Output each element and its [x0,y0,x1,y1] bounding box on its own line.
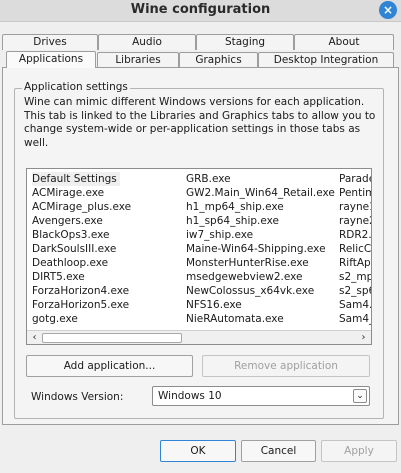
list-item[interactable]: msedgewebview2.exe [186,270,336,284]
list-item[interactable]: RiftAp [339,256,371,270]
tab-applications-label: Applications [18,53,84,65]
horizontal-scrollbar[interactable]: ‹ › [27,330,371,344]
tab-desktop-integration[interactable]: Desktop Integration [258,52,394,68]
list-item[interactable]: ACMirage_plus.exe [32,200,182,214]
tab-desktop-integration-label: Desktop Integration [273,54,379,66]
list-item[interactable]: gotg.exe [32,312,182,326]
list-item[interactable]: RelicC [339,242,371,256]
tab-staging[interactable]: Staging [196,34,294,50]
list-item[interactable]: Parade [339,172,371,186]
list-item[interactable]: s2_mp [339,270,371,284]
list-item[interactable]: NewColossus_x64vk.exe [186,284,336,298]
list-item[interactable]: GRB.exe [186,172,336,186]
list-item[interactable]: rayne2 [339,214,371,228]
tab-drives[interactable]: Drives [2,34,98,50]
tab-applications[interactable]: Applications [6,51,96,68]
list-item[interactable]: BlackOps3.exe [32,228,182,242]
list-item[interactable]: Maine-Win64-Shipping.exe [186,242,336,256]
list-item[interactable]: RDR2. [339,228,371,242]
remove-application-button[interactable]: Remove application [202,355,370,377]
windows-version-label: Windows Version: [31,391,124,403]
scroll-left-icon[interactable]: ‹ [28,332,41,344]
tab-drives-label: Drives [33,36,67,48]
tab-graphics[interactable]: Graphics [179,52,258,68]
list-item[interactable]: ForzaHorizon5.exe [32,298,182,312]
windows-version-select[interactable]: Windows 10 ⌄ [152,386,370,406]
windows-version-value: Windows 10 [158,390,222,402]
list-item[interactable]: Avengers.exe [32,214,182,228]
tab-libraries-label: Libraries [115,54,161,66]
list-item[interactable]: Deathloop.exe [32,256,182,270]
list-item[interactable]: DIRT5.exe [32,270,182,284]
group-title: Application settings [22,81,130,93]
title-bar: Wine configuration × [0,0,401,22]
apply-button[interactable]: Apply [321,440,397,462]
list-item[interactable]: NieRAutomata.exe [186,312,336,326]
ok-button[interactable]: OK [160,440,236,462]
scrollbar-thumb[interactable] [42,333,182,343]
cancel-button[interactable]: Cancel [241,440,316,462]
description-text: Wine can mimic different Windows version… [24,96,376,149]
list-item[interactable]: ForzaHorizon4.exe [32,284,182,298]
list-item[interactable]: GW2.Main_Win64_Retail.exe [186,186,336,200]
list-item[interactable]: iw7_ship.exe [186,228,336,242]
tab-libraries[interactable]: Libraries [97,52,179,68]
list-item[interactable]: MonsterHunterRise.exe [186,256,336,270]
list-item[interactable]: rayne1 [339,200,371,214]
application-list[interactable]: Sam4_ Sam4. s2_sp6 s2_mp RiftAp RelicC RDR2. ra… [26,168,372,345]
scroll-right-icon[interactable]: › [357,332,370,344]
add-application-button[interactable]: Add application... [26,355,193,377]
tab-audio[interactable]: Audio [98,34,196,50]
window-title: Wine configuration [130,2,271,17]
list-item[interactable]: Default Settings [32,172,120,186]
list-item[interactable]: Pentim [339,186,371,200]
chevron-down-icon[interactable]: ⌄ [353,389,367,403]
list-item[interactable]: Sam4_ [339,312,371,326]
close-icon[interactable]: × [379,1,397,19]
list-item[interactable]: DarkSoulsIII.exe [32,242,182,256]
list-item[interactable]: s2_sp6 [339,284,371,298]
list-item[interactable]: h1_sp64_ship.exe [186,214,336,228]
tab-staging-label: Staging [224,36,266,48]
tab-graphics-label: Graphics [195,54,242,66]
tab-about[interactable]: About [294,34,394,50]
tab-audio-label: Audio [132,36,162,48]
list-item[interactable]: NFS16.exe [186,298,336,312]
list-item[interactable]: h1_mp64_ship.exe [186,200,336,214]
list-item[interactable]: Sam4. [339,298,371,312]
list-item[interactable]: ACMirage.exe [32,186,182,200]
tab-about-label: About [328,36,360,48]
